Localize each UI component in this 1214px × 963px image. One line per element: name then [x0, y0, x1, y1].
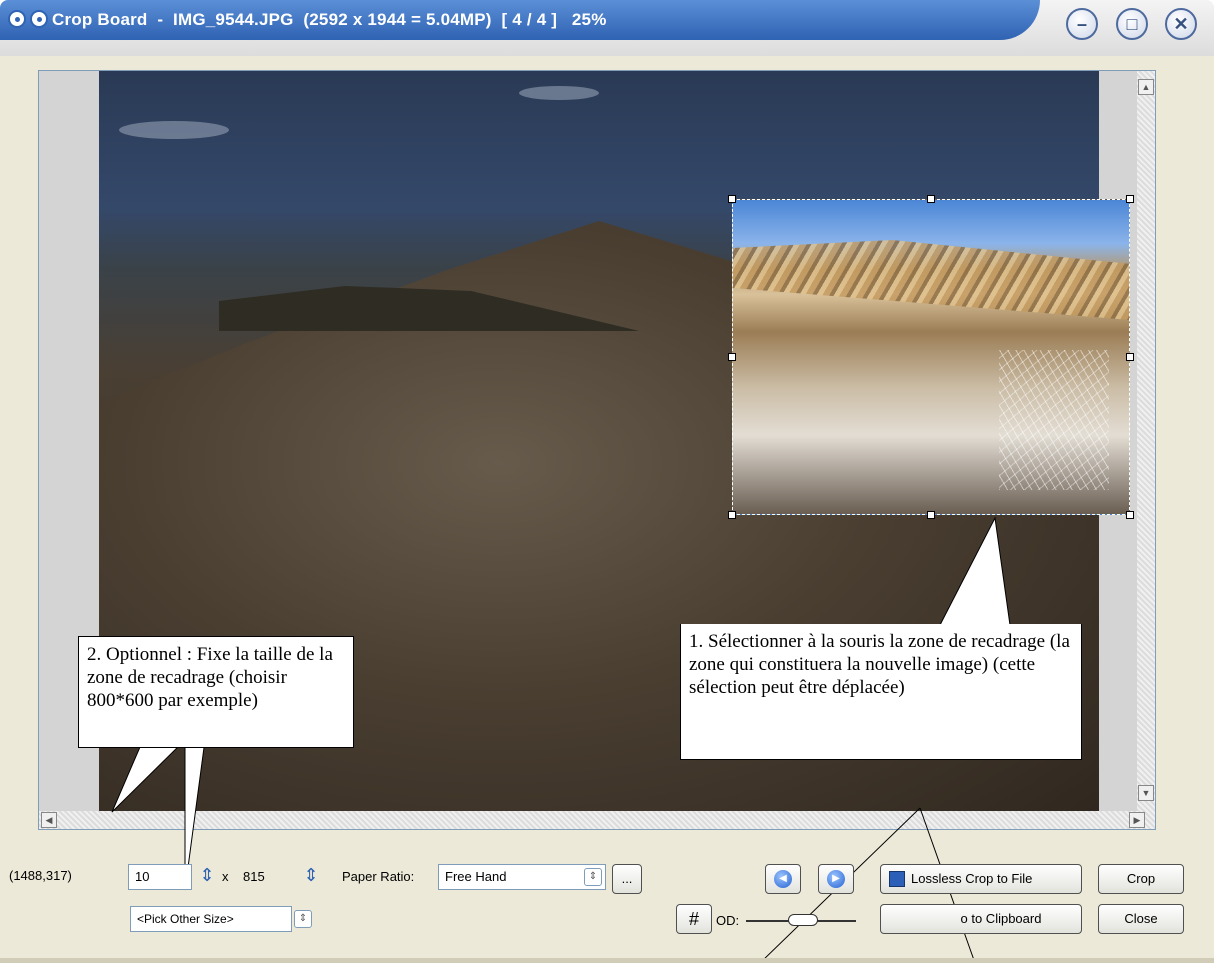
crop-button[interactable]: Crop: [1098, 864, 1184, 894]
callout-pointers: [111, 516, 1011, 963]
next-image-button[interactable]: ▶: [818, 864, 854, 894]
copy-to-clipboard-button[interactable]: o to Clipboard: [880, 904, 1082, 934]
clipboard-label: o to Clipboard: [960, 911, 1042, 926]
more-options-button[interactable]: ...: [612, 864, 642, 894]
window-bottom-border: [0, 958, 1214, 963]
paper-ratio-select[interactable]: Free Hand: [438, 864, 606, 890]
crop-height-field[interactable]: 815: [236, 864, 296, 890]
chevron-down-icon[interactable]: ⇕: [294, 910, 312, 928]
callout-2-pointer: [111, 739, 187, 813]
close-button[interactable]: Close: [1098, 904, 1184, 934]
od-slider-thumb[interactable]: [788, 914, 818, 926]
prev-image-button[interactable]: ◀: [765, 864, 801, 894]
prev-arrow-icon: ◀: [774, 870, 792, 888]
lossless-crop-button[interactable]: Lossless Crop to File: [880, 864, 1082, 894]
height-spinner-icon[interactable]: ⇕: [302, 864, 320, 890]
pick-other-size-select[interactable]: <Pick Other Size>: [130, 906, 292, 932]
cursor-coords: (1488,317): [9, 868, 72, 883]
next-arrow-icon: ▶: [827, 870, 845, 888]
lossless-crop-label: Lossless Crop to File: [911, 871, 1033, 886]
floppy-disk-icon: [889, 871, 905, 887]
grid-button[interactable]: #: [676, 904, 712, 934]
callout-step-2: 2. Optionnel : Fixe la taille de la zone…: [78, 636, 354, 748]
callout-1-pointer: [939, 516, 1011, 626]
crop-width-field[interactable]: 10: [128, 864, 192, 890]
width-spinner-icon[interactable]: ⇕: [198, 864, 216, 890]
times-sign: x: [222, 869, 229, 884]
callout-step-1: 1. Sélectionner à la souris la zone de r…: [680, 624, 1082, 760]
crop-board-window: Crop Board - IMG_9544.JPG (2592 x 1944 =…: [0, 0, 1214, 963]
od-label: OD:: [716, 913, 740, 928]
paper-ratio-label: Paper Ratio:: [342, 869, 415, 884]
chevron-down-icon[interactable]: ⇕: [584, 868, 602, 886]
